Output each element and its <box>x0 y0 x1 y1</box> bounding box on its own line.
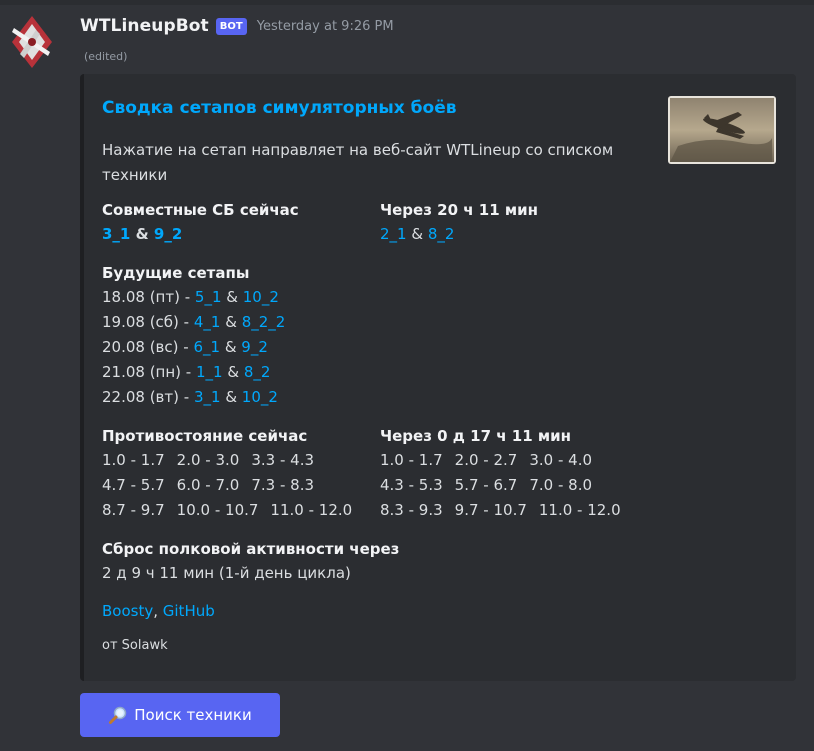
setup-separator: & <box>220 388 242 406</box>
embed-thumbnail[interactable] <box>668 96 776 164</box>
field-confrontation-next: Через 0 д 17 ч 11 мин 1.0 - 1.7 2.0 - 2.7… <box>380 424 633 523</box>
setup-separator: & <box>220 338 242 356</box>
setup-separator: & <box>222 363 244 381</box>
br-range: 3.0 - 4.0 <box>529 451 593 469</box>
field-current-setup: Совместные СБ сейчас 3_1 & 9_2 <box>102 198 299 247</box>
future-setup-link[interactable]: 1_1 <box>196 363 223 381</box>
br-range: 4.3 - 5.3 <box>380 476 443 494</box>
future-setup-date: 18.08 (пт) - <box>102 288 195 306</box>
br-range-row: 1.0 - 1.7 2.0 - 3.0 3.3 - 4.3 <box>102 448 364 473</box>
br-range: 7.0 - 8.0 <box>529 476 593 494</box>
future-setup-link[interactable]: 4_1 <box>194 313 221 331</box>
setup-link-next-a[interactable]: 2_1 <box>380 225 407 243</box>
message-header: WTLineupBot BOT Yesterday at 9:26 PM <box>80 12 394 40</box>
setup-separator: & <box>220 313 242 331</box>
future-setup-link[interactable]: 10_2 <box>243 288 279 306</box>
future-setup-link[interactable]: 8_2_2 <box>242 313 286 331</box>
setup-separator: & <box>406 225 428 243</box>
search-vehicles-button[interactable]: Поиск техники <box>80 693 280 737</box>
setup-link-next-b[interactable]: 8_2 <box>428 225 455 243</box>
field-confrontation-now-title: Противостояние сейчас <box>102 427 308 445</box>
future-setup-link[interactable]: 6_1 <box>193 338 220 356</box>
future-setup-link[interactable]: 3_1 <box>194 388 221 406</box>
br-range-row: 1.0 - 1.7 2.0 - 2.7 3.0 - 4.0 <box>380 448 633 473</box>
br-range: 1.0 - 1.7 <box>380 451 443 469</box>
field-confrontation-now: Противостояние сейчас 1.0 - 1.7 2.0 - 3.0… <box>102 424 364 523</box>
future-setup-row: 18.08 (пт) - 5_1 & 10_2 <box>102 285 285 310</box>
boosty-link[interactable]: Boosty <box>102 602 153 620</box>
message-timestamp[interactable]: Yesterday at 9:26 PM <box>257 19 394 34</box>
edited-label: (edited) <box>84 50 128 63</box>
br-range: 9.7 - 10.7 <box>454 501 527 519</box>
field-next-setup-value: 2_1 & 8_2 <box>380 222 538 247</box>
magnifier-icon <box>108 705 128 725</box>
support-links: Boosty, GitHub <box>102 602 215 620</box>
future-setup-date: 20.08 (вс) - <box>102 338 194 356</box>
br-range: 5.7 - 6.7 <box>454 476 518 494</box>
future-setup-row: 21.08 (пн) - 1_1 & 8_2 <box>102 360 285 385</box>
br-range: 2.0 - 3.0 <box>176 451 240 469</box>
future-setup-link[interactable]: 5_1 <box>195 288 222 306</box>
wt-logo-icon <box>12 16 52 68</box>
field-future-setups: Будущие сетапы 18.08 (пт) - 5_1 & 10_2 1… <box>102 261 285 410</box>
field-regiment-reset-value: 2 д 9 ч 11 мин (1-й день цикла) <box>102 564 351 582</box>
setup-link-current-a[interactable]: 3_1 <box>102 225 130 243</box>
future-setup-date: 21.08 (пн) - <box>102 363 196 381</box>
br-range: 11.0 - 12.0 <box>270 501 353 519</box>
embed-title-link[interactable]: Сводка сетапов симуляторных боёв <box>102 98 456 118</box>
future-setup-row: 20.08 (вс) - 6_1 & 9_2 <box>102 335 285 360</box>
br-range: 10.0 - 10.7 <box>176 501 259 519</box>
bot-badge: BOT <box>215 17 247 35</box>
future-setup-link[interactable]: 8_2 <box>244 363 271 381</box>
username[interactable]: WTLineupBot <box>80 16 209 36</box>
setup-separator: & <box>130 225 154 243</box>
field-confrontation-next-title: Через 0 д 17 ч 11 мин <box>380 427 571 445</box>
br-range-row: 4.3 - 5.3 5.7 - 6.7 7.0 - 8.0 <box>380 473 633 498</box>
br-range: 2.0 - 2.7 <box>454 451 518 469</box>
br-range-row: 8.3 - 9.3 9.7 - 10.7 11.0 - 12.0 <box>380 498 633 523</box>
aircraft-photo-icon <box>668 96 776 164</box>
future-setup-link[interactable]: 9_2 <box>241 338 268 356</box>
field-regiment-reset-title: Сброс полковой активности через <box>102 540 400 558</box>
setup-link-current-b[interactable]: 9_2 <box>154 225 182 243</box>
br-range: 3.3 - 4.3 <box>251 451 315 469</box>
embed-card: Сводка сетапов симуляторных боёв Нажатие… <box>80 74 796 681</box>
field-next-setup-title: Через 20 ч 11 мин <box>380 201 538 219</box>
setup-separator: & <box>221 288 243 306</box>
github-link[interactable]: GitHub <box>163 602 215 620</box>
field-regiment-reset: Сброс полковой активности через 2 д 9 ч … <box>102 537 399 586</box>
br-range: 11.0 - 12.0 <box>538 501 621 519</box>
top-divider <box>0 0 814 5</box>
br-range: 6.0 - 7.0 <box>176 476 240 494</box>
embed-description: Нажатие на сетап направляет на веб-сайт … <box>102 141 614 184</box>
field-next-setup: Через 20 ч 11 мин 2_1 & 8_2 <box>380 198 538 247</box>
future-setup-row: 19.08 (сб) - 4_1 & 8_2_2 <box>102 310 285 335</box>
field-current-setup-value: 3_1 & 9_2 <box>102 222 299 247</box>
br-range: 8.3 - 9.3 <box>380 501 443 519</box>
br-range-row: 8.7 - 9.7 10.0 - 10.7 11.0 - 12.0 <box>102 498 364 523</box>
br-range: 8.7 - 9.7 <box>102 501 165 519</box>
embed-footer: от Solawk <box>102 638 168 653</box>
future-setup-link[interactable]: 10_2 <box>242 388 278 406</box>
future-setup-date: 22.08 (вт) - <box>102 388 194 406</box>
br-range: 4.7 - 5.7 <box>102 476 165 494</box>
bot-avatar[interactable] <box>10 14 54 70</box>
embed-title[interactable]: Сводка сетапов симуляторных боёв <box>102 98 456 118</box>
br-range-row: 4.7 - 5.7 6.0 - 7.0 7.3 - 8.3 <box>102 473 364 498</box>
field-current-setup-title: Совместные СБ сейчас <box>102 201 299 219</box>
br-range: 7.3 - 8.3 <box>251 476 315 494</box>
br-range: 1.0 - 1.7 <box>102 451 165 469</box>
future-setup-row: 22.08 (вт) - 3_1 & 10_2 <box>102 385 285 410</box>
field-future-setups-title: Будущие сетапы <box>102 264 250 282</box>
search-vehicles-label: Поиск техники <box>134 706 252 724</box>
future-setup-date: 19.08 (сб) - <box>102 313 194 331</box>
links-separator: , <box>153 602 163 620</box>
